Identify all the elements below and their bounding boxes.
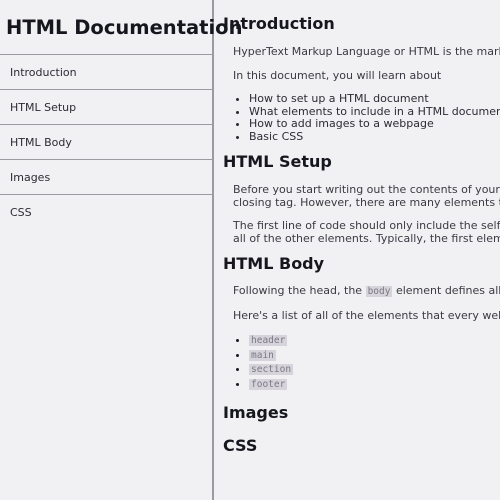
body-paragraph-1: Following the head, the body element def… [215,284,500,298]
body-element-list: header main section footer [215,333,500,391]
section-header-html-setup: HTML Setup [223,152,332,171]
sidebar-nav: HTML Documentation Introduction HTML Set… [0,0,242,500]
text-fragment: element defines all of the [395,284,500,297]
list-item: How to add images to a webpage [249,117,500,131]
nav-link-images[interactable]: Images [0,160,212,195]
list-item: Basic CSS [249,130,500,144]
intro-paragraph: HyperText Markup Language or HTML is the… [233,45,500,58]
setup-paragraph-2: The first line of code should only inclu… [215,219,500,245]
text-line: all of the other elements. Typically, th… [233,232,500,245]
main-content: Introduction HyperText Markup Language o… [215,0,500,500]
text-line: Before you start writing out the content… [233,183,500,196]
section-images: Images [215,403,500,423]
inline-code: main [249,349,276,361]
list-item: header [249,333,500,348]
inline-code: header [249,335,288,346]
nav-link-introduction[interactable]: Introduction [0,55,212,90]
section-header-html-body: HTML Body [223,254,325,273]
section-header-images: Images [223,403,289,422]
list-item: How to set up a HTML document [249,92,500,106]
nav-list: Introduction HTML Setup HTML Body Images… [0,55,212,230]
text-line: closing tag. However, there are many ele… [233,196,500,209]
body-paragraph-2: Here's a list of all of the elements tha… [233,309,500,322]
inline-code: footer [249,378,288,390]
inline-code-body: body [365,286,393,297]
list-item: main [249,348,500,363]
section-introduction: Introduction HyperText Markup Language o… [215,14,500,143]
section-html-body: HTML Body Following the head, the body e… [215,254,500,391]
nav-link-html-setup[interactable]: HTML Setup [0,90,212,125]
intro-topic-list: How to set up a HTML document What eleme… [215,92,500,144]
text-line: The first line of code should only inclu… [233,219,500,232]
section-html-setup: HTML Setup Before you start writing out … [215,152,500,245]
nav-link-css[interactable]: CSS [0,195,212,230]
section-css: CSS [215,436,500,456]
page: HTML Documentation Introduction HTML Set… [0,0,500,500]
intro-learn-paragraph: In this document, you will learn about [233,69,442,82]
inline-code: section [249,364,294,375]
nav-link-html-body[interactable]: HTML Body [0,125,212,160]
sidebar-title: HTML Documentation [0,0,242,55]
text-fragment: Following the head, the [233,284,366,297]
setup-paragraph-1: Before you start writing out the content… [215,183,500,209]
section-header-introduction: Introduction [223,14,335,33]
section-header-css: CSS [223,436,258,455]
list-item: section [249,362,500,377]
list-item: footer [249,377,500,392]
